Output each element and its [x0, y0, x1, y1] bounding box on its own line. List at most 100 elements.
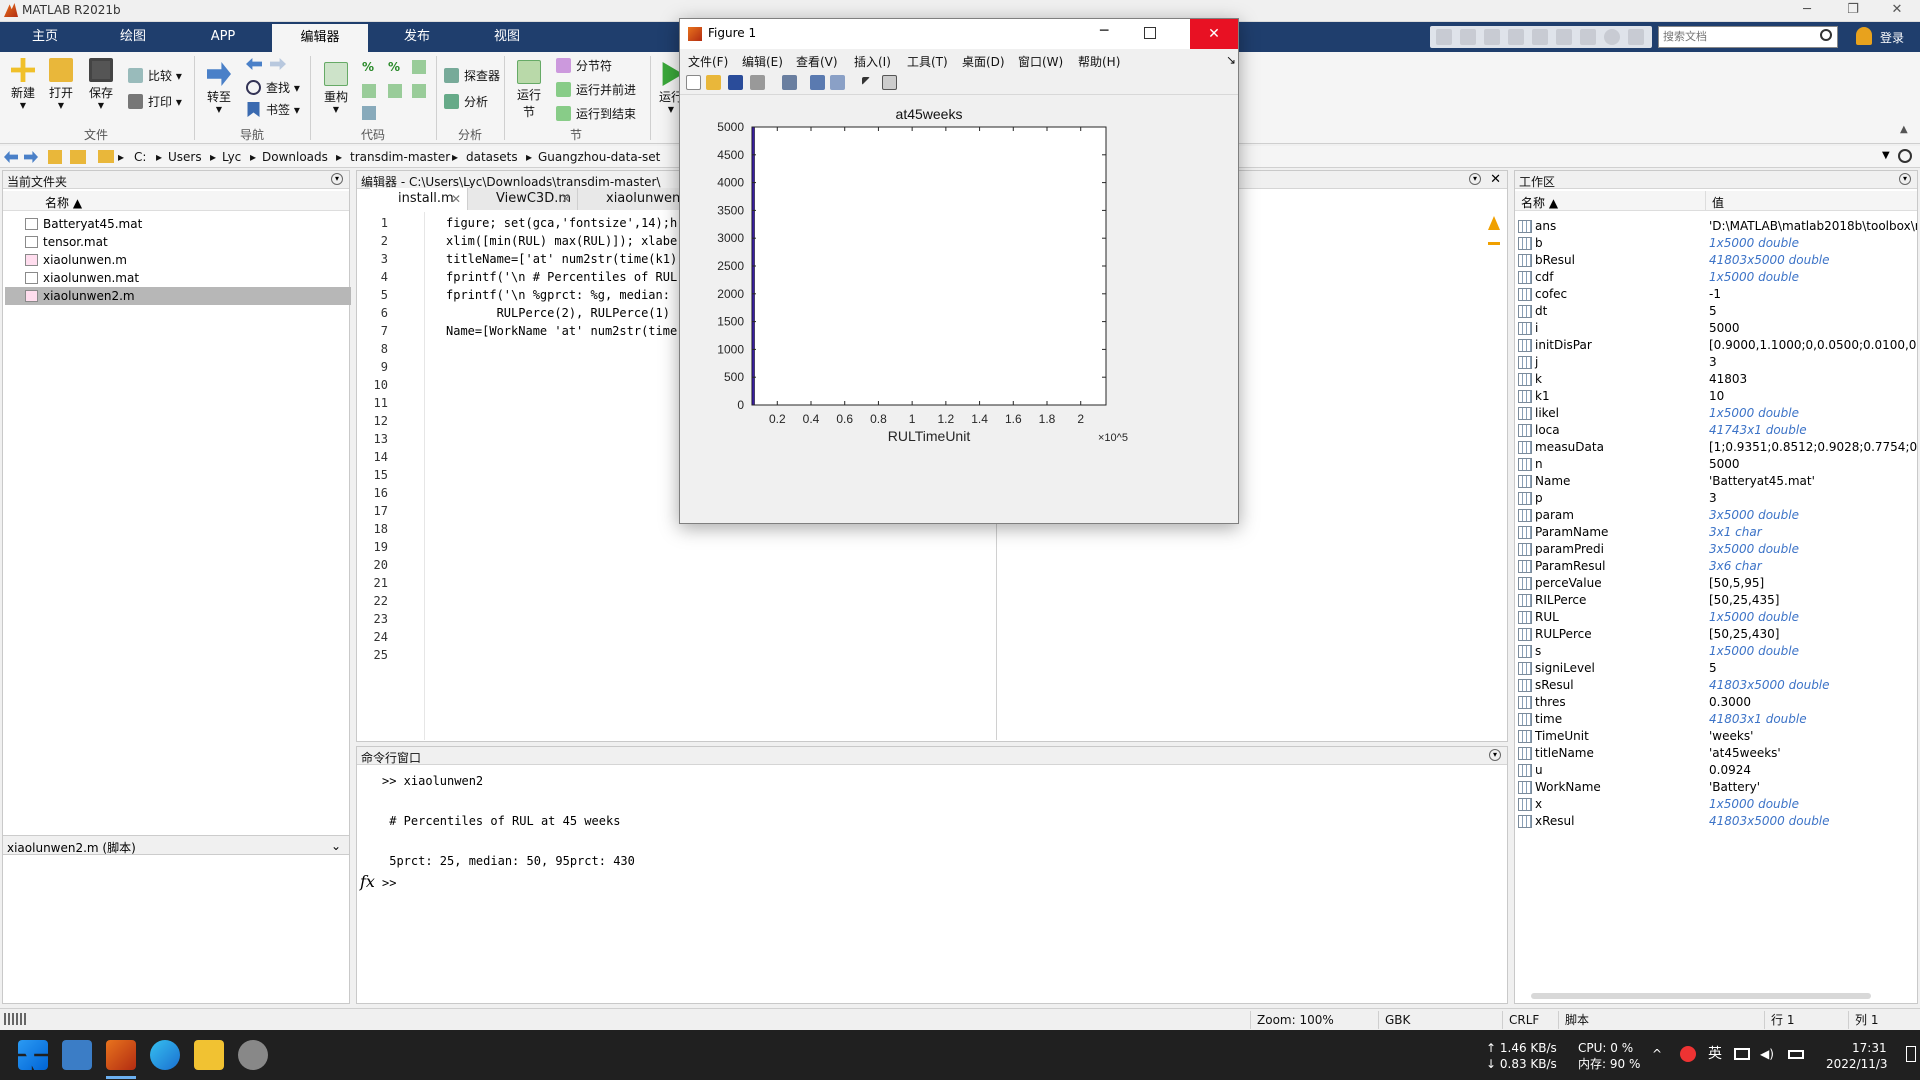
- run-section-button[interactable]: 运行 节: [512, 60, 546, 120]
- tab-editor[interactable]: 编辑器: [272, 24, 368, 52]
- workspace-variable-row[interactable]: signiLevel 5: [1518, 660, 1918, 677]
- crumb-lyc[interactable]: Lyc: [222, 150, 241, 164]
- tab-publish[interactable]: 发布: [382, 22, 452, 52]
- code-line[interactable]: Name=[WorkName 'at' num2str(time: [446, 322, 678, 340]
- crumb-downloads[interactable]: Downloads: [262, 150, 328, 164]
- restore-icon[interactable]: ❐: [1830, 0, 1876, 22]
- panel-menu-icon[interactable]: ▾: [1469, 173, 1481, 185]
- menu-help[interactable]: 帮助(H): [1078, 53, 1120, 70]
- ime-indicator[interactable]: 英: [1708, 1046, 1722, 1062]
- clock-date[interactable]: 2022/11/3: [1826, 1056, 1888, 1072]
- matlab-taskbar-icon[interactable]: [106, 1040, 136, 1070]
- list-item[interactable]: xiaolunwen.m: [5, 251, 351, 269]
- workspace-variable-row[interactable]: TimeUnit 'weeks': [1518, 728, 1918, 745]
- task-manager-icon[interactable]: [62, 1040, 92, 1070]
- code-line[interactable]: titleName=['at' num2str(time(k1): [446, 250, 678, 268]
- horizontal-scrollbar[interactable]: [1531, 993, 1871, 999]
- notification-icon[interactable]: [1906, 1046, 1916, 1062]
- workspace-variable-row[interactable]: dt 5: [1518, 303, 1918, 320]
- dock-arrow-icon[interactable]: ↘: [1226, 53, 1236, 67]
- dropdown-icon[interactable]: [1628, 29, 1644, 45]
- workspace-variable-row[interactable]: cdf 1x5000 double: [1518, 269, 1918, 286]
- paste-icon[interactable]: [1508, 29, 1524, 45]
- new-figure-icon[interactable]: [686, 75, 701, 90]
- uncomment-icon[interactable]: %: [388, 60, 402, 74]
- workspace-variable-row[interactable]: param 3x5000 double: [1518, 507, 1918, 524]
- code-line[interactable]: xlim([min(RUL) max(RUL)]); xlabe: [446, 232, 678, 250]
- battery-icon[interactable]: [1788, 1050, 1804, 1059]
- workspace-variable-row[interactable]: likel 1x5000 double: [1518, 405, 1918, 422]
- workspace-variable-row[interactable]: thres 0.3000: [1518, 694, 1918, 711]
- workspace-variable-row[interactable]: sResul 41803x5000 double: [1518, 677, 1918, 694]
- save-figure-icon[interactable]: [728, 75, 743, 90]
- app-icon[interactable]: [238, 1040, 268, 1070]
- workspace-variable-row[interactable]: ParamResul 3x6 char: [1518, 558, 1918, 575]
- link-plot-icon[interactable]: [782, 75, 797, 90]
- menu-edit[interactable]: 编辑(E): [742, 53, 783, 70]
- close-tab-icon[interactable]: ✕: [561, 188, 571, 210]
- smart-indent-icon[interactable]: [362, 84, 376, 98]
- close-icon[interactable]: ✕: [1190, 19, 1238, 49]
- close-icon[interactable]: ✕: [1874, 0, 1920, 22]
- menu-insert[interactable]: 插入(I): [854, 53, 891, 70]
- code-line[interactable]: fprintf('\n %gprct: %g, median:: [446, 286, 678, 304]
- workspace-variable-row[interactable]: Name 'Batteryat45.mat': [1518, 473, 1918, 490]
- command-output[interactable]: [379, 767, 1507, 1003]
- histogram-chart[interactable]: 0 500 1000 1500 2000 2500 3000 3500 4000 4500 5000…: [680, 95, 1238, 523]
- up-folder-icon[interactable]: [48, 150, 62, 164]
- forward-icon[interactable]: [24, 151, 38, 163]
- details-header[interactable]: xiaolunwen2.m (脚本) ⌄: [3, 835, 349, 855]
- windows-start-icon[interactable]: [18, 1040, 48, 1070]
- warning-marker[interactable]: [1488, 242, 1500, 245]
- chevron-down-icon[interactable]: ⌄: [331, 839, 341, 853]
- list-item[interactable]: tensor.mat: [5, 233, 351, 251]
- workspace-variable-row[interactable]: s 1x5000 double: [1518, 643, 1918, 660]
- menu-tools[interactable]: 工具(T): [907, 53, 948, 70]
- fx-icon[interactable]: fx: [360, 872, 375, 891]
- tray-app-icon[interactable]: [1680, 1046, 1696, 1062]
- close-tab-icon[interactable]: ✕: [451, 188, 461, 210]
- workspace-variable-row[interactable]: xResul 41803x5000 double: [1518, 813, 1918, 830]
- pointer-icon[interactable]: [862, 77, 870, 85]
- address-search-icon[interactable]: [1898, 149, 1912, 163]
- crumb-users[interactable]: Users: [168, 150, 202, 164]
- warning-icon[interactable]: [1488, 216, 1500, 230]
- decrease-indent-icon[interactable]: [388, 84, 402, 98]
- analyze-button[interactable]: 分析: [444, 92, 488, 112]
- workspace-variable-row[interactable]: paramPredi 3x5000 double: [1518, 541, 1918, 558]
- switch-windows-icon[interactable]: [1580, 29, 1596, 45]
- chevron-up-icon[interactable]: ^: [1652, 1046, 1662, 1062]
- list-item-selected[interactable]: xiaolunwen2.m: [5, 287, 351, 305]
- tab-install[interactable]: install.m ✕: [370, 188, 468, 210]
- new-button[interactable]: 新建 ▼: [8, 58, 38, 110]
- workspace-variable-row[interactable]: cofec -1: [1518, 286, 1918, 303]
- help-icon[interactable]: [1604, 29, 1620, 45]
- crumb-datasets[interactable]: datasets: [466, 150, 518, 164]
- close-icon[interactable]: ✕: [1490, 172, 1501, 187]
- code-line[interactable]: figure; set(gca,'fontsize',14);h: [446, 214, 678, 232]
- workspace-variable-row[interactable]: x 1x5000 double: [1518, 796, 1918, 813]
- minimize-icon[interactable]: ─: [1784, 0, 1830, 22]
- print-button[interactable]: 打印 ▾: [128, 92, 182, 112]
- column-header-name[interactable]: 名称 ▲: [1515, 191, 1705, 211]
- back-arrow-icon[interactable]: [246, 58, 262, 70]
- colorbar-icon[interactable]: [810, 75, 825, 90]
- workspace-variable-row[interactable]: u 0.0924: [1518, 762, 1918, 779]
- workspace-variable-row[interactable]: initDisPar [0.9000,1.1000;0,0.0500;0.0100…: [1518, 337, 1918, 354]
- panel-menu-icon[interactable]: ▾: [331, 173, 343, 185]
- workspace-variable-row[interactable]: ans 'D:\MATLAB\matlab2018b\toolbox\r: [1518, 218, 1918, 235]
- menu-view[interactable]: 查看(V): [796, 53, 838, 70]
- refactor-button[interactable]: 重构 ▼: [320, 62, 352, 114]
- file-explorer-icon[interactable]: [194, 1040, 224, 1070]
- goto-button[interactable]: 转至 ▼: [204, 62, 234, 114]
- menu-window[interactable]: 窗口(W): [1018, 53, 1063, 70]
- run-to-end-button[interactable]: 运行到结束: [556, 104, 636, 124]
- clock-time[interactable]: 17:31: [1852, 1040, 1887, 1056]
- search-docs-input[interactable]: [1658, 26, 1838, 48]
- crumb-transdim[interactable]: transdim-master: [350, 150, 450, 164]
- workspace-variable-row[interactable]: RUL 1x5000 double: [1518, 609, 1918, 626]
- workspace-variable-row[interactable]: loca 41743x1 double: [1518, 422, 1918, 439]
- crumb-guangzhou[interactable]: Guangzhou-data-set: [538, 150, 660, 164]
- column-header-name[interactable]: 名称 ▲: [3, 191, 349, 211]
- workspace-variable-row[interactable]: i 5000: [1518, 320, 1918, 337]
